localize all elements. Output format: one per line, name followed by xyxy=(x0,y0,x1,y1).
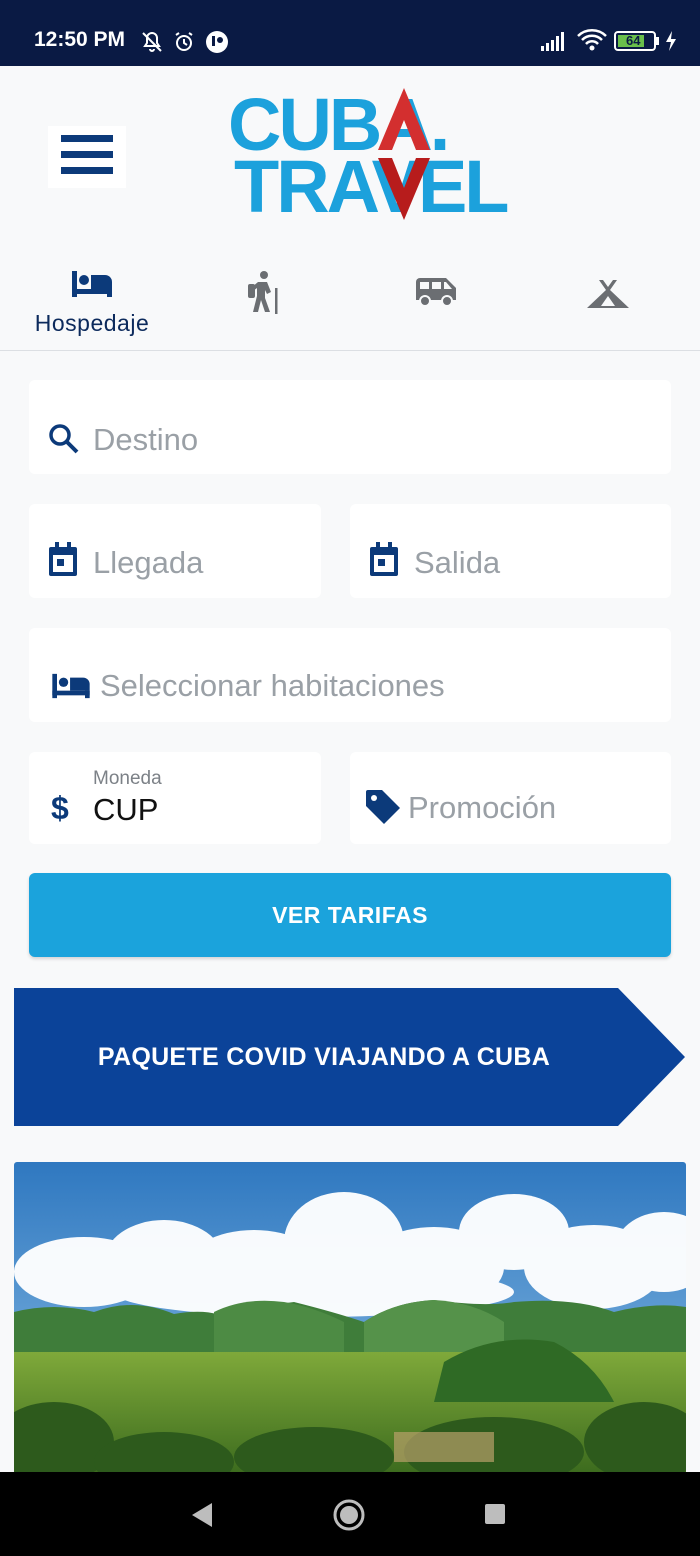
hiker-icon xyxy=(246,271,282,314)
view-rates-label: VER TARIFAS xyxy=(272,901,428,928)
status-time: 12:50 PM xyxy=(34,28,126,51)
battery-level: 64 xyxy=(626,33,641,48)
app-icon xyxy=(205,30,229,59)
logo-line-2: TRAVEL xyxy=(234,145,510,228)
tab-campismo[interactable] xyxy=(528,256,688,346)
departure-date-field[interactable]: Salida xyxy=(350,504,671,598)
home-icon[interactable] xyxy=(332,1498,366,1537)
rooms-placeholder: Seleccionar habitaciones xyxy=(100,668,445,703)
calendar-icon xyxy=(368,542,400,583)
system-nav-bar xyxy=(0,1472,700,1556)
departure-placeholder: Salida xyxy=(414,545,501,580)
banner-text: PAQUETE COVID VIAJANDO A CUBA xyxy=(97,1042,551,1071)
logo-chevron-mark xyxy=(378,88,430,220)
destination-field[interactable]: Destino xyxy=(29,380,671,474)
back-icon[interactable] xyxy=(190,1502,214,1533)
recents-icon[interactable] xyxy=(484,1503,506,1530)
tab-hospedaje[interactable]: Hospedaje xyxy=(12,256,172,346)
currency-field[interactable]: $ Moneda CUP xyxy=(29,752,321,844)
mute-icon xyxy=(140,30,164,59)
van-icon xyxy=(414,272,458,312)
destination-placeholder: Destino xyxy=(93,422,199,457)
cuba-travel-logo: CUBA. TRAVEL xyxy=(228,86,510,226)
arrival-date-field[interactable]: Llegada xyxy=(29,504,321,598)
tag-icon xyxy=(364,788,402,831)
dollar-icon: $ xyxy=(51,790,69,826)
app-header: CUBA. TRAVEL Hospedaje xyxy=(0,66,700,351)
currency-label: Moneda xyxy=(93,768,162,789)
promo-placeholder: Promoción xyxy=(408,790,557,825)
status-bar: 12:50 PM 64 xyxy=(0,0,700,66)
covid-package-banner[interactable]: PAQUETE COVID VIAJANDO A CUBA xyxy=(14,988,686,1126)
vinales-landscape-image[interactable] xyxy=(14,1162,686,1474)
signal-icon xyxy=(540,30,568,57)
calendar-icon xyxy=(47,542,79,583)
search-icon xyxy=(47,422,79,459)
arrival-placeholder: Llegada xyxy=(93,545,204,580)
tab-traslados[interactable] xyxy=(356,256,516,346)
category-tabs: Hospedaje xyxy=(0,256,700,346)
currency-value: CUP xyxy=(93,792,159,827)
menu-button[interactable] xyxy=(48,126,126,188)
view-rates-button[interactable]: VER TARIFAS xyxy=(29,873,671,957)
promo-field[interactable]: Promoción xyxy=(350,752,671,844)
landscape-illustration xyxy=(14,1162,686,1474)
bed-icon xyxy=(51,672,91,705)
rooms-field[interactable]: Seleccionar habitaciones xyxy=(29,628,671,722)
charging-icon xyxy=(664,30,678,57)
tab-excursiones[interactable] xyxy=(184,256,344,346)
bed-icon xyxy=(71,264,113,304)
hamburger-icon xyxy=(61,133,113,182)
wifi-icon xyxy=(576,28,608,57)
alarm-icon xyxy=(172,30,196,59)
tent-icon xyxy=(585,274,631,314)
tab-label: Hospedaje xyxy=(34,310,150,336)
